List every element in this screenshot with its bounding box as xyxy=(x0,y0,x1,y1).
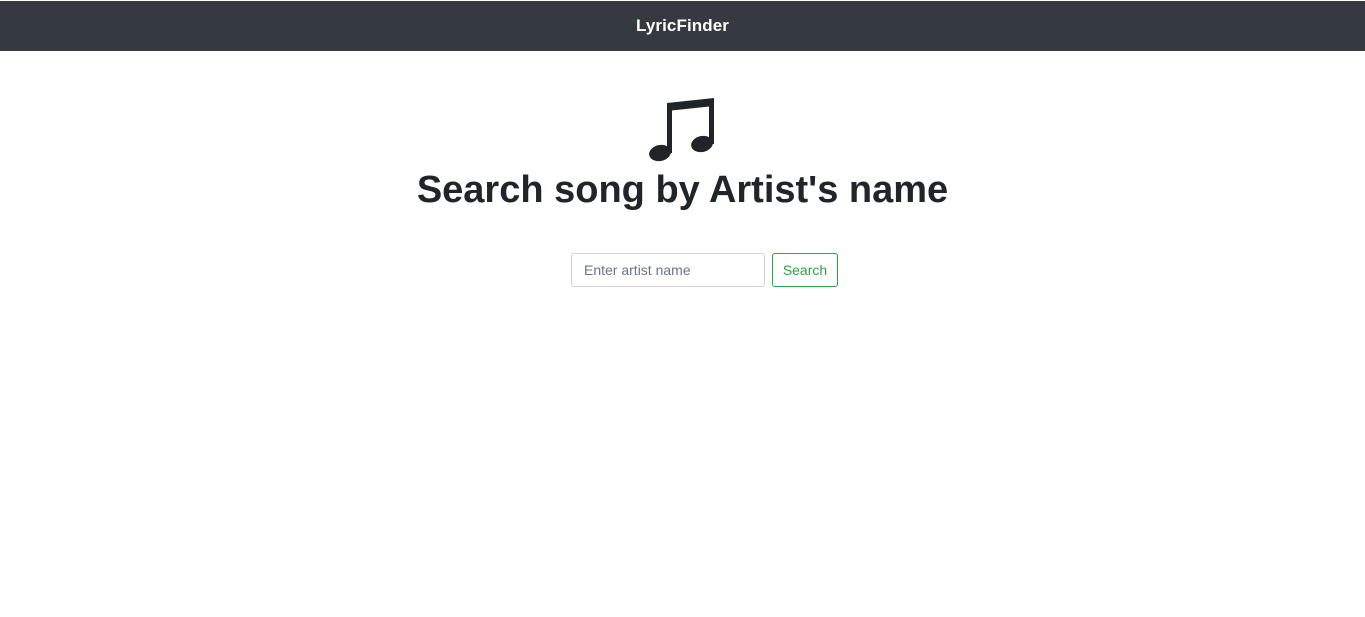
search-button[interactable]: Search xyxy=(772,253,838,287)
music-note-icon xyxy=(648,98,714,162)
artist-search-input[interactable] xyxy=(571,253,765,287)
brand-title[interactable]: LyricFinder xyxy=(636,16,729,36)
page-title: Search song by Artist's name xyxy=(416,169,949,211)
navbar: LyricFinder xyxy=(0,1,1365,51)
hero-section: Search song by Artist's name xyxy=(0,96,1365,212)
search-form: Search xyxy=(571,253,838,287)
